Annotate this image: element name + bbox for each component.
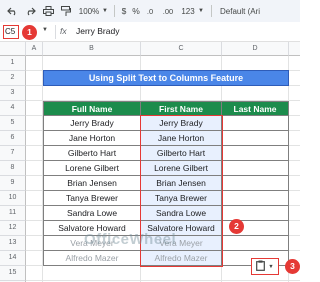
last-name-cell[interactable] <box>222 116 289 131</box>
last-name-cell[interactable] <box>222 131 289 146</box>
formula-bar: C5 ▼ fx Jerry Brady <box>0 22 300 42</box>
column-header-a[interactable]: A <box>26 42 43 56</box>
column-header-d[interactable]: D <box>222 42 289 56</box>
row-header-6[interactable]: 6 <box>0 131 26 146</box>
first-name-cell[interactable]: Brian Jensen <box>141 176 222 191</box>
first-name-cell[interactable]: Alfredo Mazer <box>141 251 222 266</box>
zoom-select[interactable]: 100% <box>78 3 100 19</box>
decrease-decimal-button[interactable]: .0 <box>143 3 157 19</box>
row-header-7[interactable]: 7 <box>0 146 26 161</box>
paste-options-button[interactable]: ▼ <box>251 258 279 275</box>
first-name-cell[interactable]: Sandra Lowe <box>141 206 222 221</box>
formula-input[interactable]: Jerry Brady <box>76 26 119 36</box>
row-header-15[interactable]: 15 <box>0 266 26 281</box>
percent-format-button[interactable]: % <box>131 3 141 19</box>
row-header-4[interactable]: 4 <box>0 101 26 116</box>
font-family-value: Default (Ari <box>220 6 261 16</box>
chevron-down-icon[interactable]: ▼ <box>197 3 205 19</box>
full-name-cell[interactable]: Tanya Brewer <box>43 191 141 206</box>
row-header-10[interactable]: 10 <box>0 191 26 206</box>
redo-icon[interactable] <box>22 3 38 19</box>
full-name-cell[interactable]: Gilberto Hart <box>43 146 141 161</box>
chevron-down-icon: ▼ <box>268 263 274 270</box>
marker-3: 3 <box>285 259 300 274</box>
print-icon[interactable] <box>40 3 56 19</box>
toolbar: 100% ▼ $ % .0 .00 123 ▼ Default (Ari <box>0 0 300 22</box>
header-last-name[interactable]: Last Name <box>222 101 289 116</box>
undo-icon[interactable] <box>4 3 20 19</box>
fx-label: fx <box>60 26 67 36</box>
full-name-cell[interactable]: Lorene Gilbert <box>43 161 141 176</box>
first-name-cell[interactable]: Jane Horton <box>141 131 222 146</box>
last-name-cell[interactable] <box>222 236 289 251</box>
full-name-cell[interactable]: Alfredo Mazer <box>43 251 141 266</box>
last-name-cell[interactable] <box>222 206 289 221</box>
row-header-1[interactable]: 1 <box>0 56 26 71</box>
column-header-c[interactable]: C <box>141 42 222 56</box>
first-name-cell[interactable]: Lorene Gilbert <box>141 161 222 176</box>
row-header-12[interactable]: 12 <box>0 221 26 236</box>
name-box[interactable]: C5 <box>3 25 19 39</box>
chevron-down-icon[interactable]: ▼ <box>42 27 48 33</box>
row-header-13[interactable]: 13 <box>0 236 26 251</box>
full-name-cell[interactable]: Sandra Lowe <box>43 206 141 221</box>
last-name-cell[interactable] <box>222 161 289 176</box>
first-name-cell[interactable]: Jerry Brady <box>141 116 222 131</box>
row-header-2[interactable]: 2 <box>0 71 26 86</box>
paint-format-icon[interactable] <box>58 3 74 19</box>
marker-1: 1 <box>22 25 37 40</box>
last-name-cell[interactable] <box>222 191 289 206</box>
full-name-cell[interactable]: Jerry Brady <box>43 116 141 131</box>
row-header-3[interactable]: 3 <box>0 86 26 101</box>
sheet-title: Using Split Text to Columns Feature <box>43 70 289 86</box>
first-name-cell[interactable]: Tanya Brewer <box>141 191 222 206</box>
column-header-b[interactable]: B <box>43 42 141 56</box>
last-name-cell[interactable] <box>222 146 289 161</box>
marker-2: 2 <box>229 219 244 234</box>
chevron-down-icon[interactable]: ▼ <box>101 3 109 19</box>
full-name-cell[interactable]: Brian Jensen <box>43 176 141 191</box>
font-family-select[interactable]: Default (Ari <box>220 3 300 19</box>
clipboard-icon <box>256 258 266 276</box>
increase-decimal-button[interactable]: .00 <box>159 3 177 19</box>
watermark: OfficeWheel <box>84 231 177 248</box>
row-header-8[interactable]: 8 <box>0 161 26 176</box>
full-name-cell[interactable]: Jane Horton <box>43 131 141 146</box>
first-name-cell[interactable]: Gilberto Hart <box>141 146 222 161</box>
select-all-corner[interactable] <box>0 42 26 56</box>
row-header-14[interactable]: 14 <box>0 251 26 266</box>
row-header-9[interactable]: 9 <box>0 176 26 191</box>
column-header-e[interactable] <box>289 42 300 56</box>
header-full-name[interactable]: Full Name <box>43 101 141 116</box>
row-header-11[interactable]: 11 <box>0 206 26 221</box>
zoom-value: 100% <box>78 6 100 16</box>
number-format-button[interactable]: 123 <box>179 3 197 19</box>
last-name-cell[interactable] <box>222 176 289 191</box>
row-header-5[interactable]: 5 <box>0 116 26 131</box>
header-first-name[interactable]: First Name <box>141 101 222 116</box>
currency-format-button[interactable]: $ <box>119 3 129 19</box>
